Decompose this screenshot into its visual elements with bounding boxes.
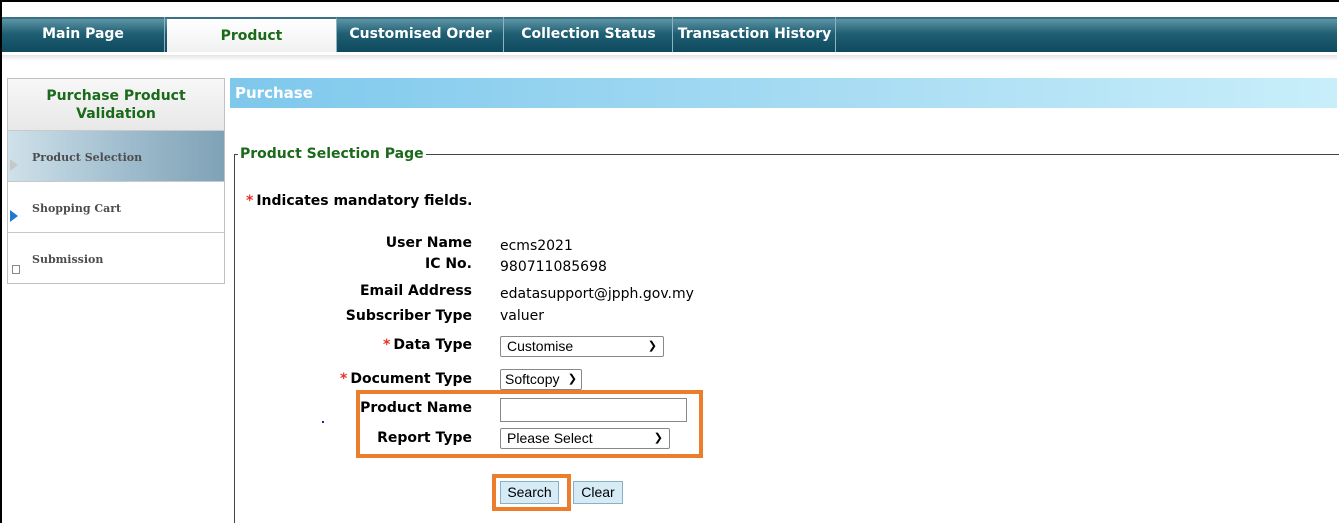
- subscriber-type-value: valuer: [500, 308, 544, 324]
- nav-shadow: [2, 55, 1337, 61]
- tab-main-page[interactable]: Main Page: [2, 17, 165, 52]
- required-star: *: [383, 337, 391, 353]
- search-button[interactable]: Search: [500, 481, 559, 504]
- triangle-outline-icon: [10, 159, 18, 171]
- chevron-down-icon: ❯: [647, 340, 657, 352]
- page-banner: Purchase: [230, 78, 1337, 108]
- sidebar-item-label: Submission: [32, 253, 104, 266]
- email-value: edatasupport@jpph.gov.my: [500, 286, 694, 302]
- data-type-label: * Data Type: [242, 337, 472, 353]
- document-type-selected: Softcopy: [505, 371, 560, 387]
- square-outline-icon: [12, 265, 20, 274]
- email-label: Email Address: [359, 283, 472, 299]
- user-name-label: User Name: [385, 235, 472, 251]
- document-type-label: * Document Type: [242, 371, 472, 387]
- data-type-selected: Customise: [507, 338, 574, 354]
- data-type-select[interactable]: Customise ❯: [500, 336, 664, 357]
- user-name-value: ecms2021: [500, 238, 573, 254]
- sidebar-item-submission[interactable]: Submission: [8, 233, 224, 284]
- triangle-solid-icon: [10, 210, 18, 222]
- required-star: *: [246, 193, 254, 209]
- data-type-label-text: Data Type: [393, 337, 472, 353]
- chevron-down-icon: ❯: [567, 373, 577, 385]
- document-type-select[interactable]: Softcopy ❯: [500, 369, 582, 390]
- subscriber-type-label: Subscriber Type: [345, 308, 472, 324]
- sidebar-title: Purchase Product Validation: [8, 79, 224, 131]
- tab-product[interactable]: Product: [167, 17, 337, 52]
- required-star: *: [340, 371, 348, 387]
- tab-collection-status[interactable]: Collection Status: [505, 17, 673, 52]
- document-type-label-text: Document Type: [350, 371, 472, 387]
- sidebar-title-text: Purchase Product Validation: [46, 88, 186, 122]
- mandatory-note: * Indicates mandatory fields.: [246, 193, 473, 209]
- ic-no-label: IC No.: [424, 256, 472, 272]
- sidebar-item-product-selection[interactable]: Product Selection: [8, 131, 224, 182]
- product-name-input[interactable]: [500, 398, 687, 422]
- ic-no-value: 980711085698: [500, 259, 607, 275]
- tab-transaction-history[interactable]: Transaction History: [674, 17, 836, 52]
- report-type-label: Report Type: [377, 430, 472, 446]
- report-type-select[interactable]: Please Select ❯: [500, 428, 670, 449]
- section-title: Product Selection Page: [238, 146, 426, 162]
- sidebar-item-label: Product Selection: [32, 151, 143, 164]
- report-type-selected: Please Select: [507, 430, 593, 446]
- tab-customised-order[interactable]: Customised Order: [338, 17, 504, 52]
- clear-button[interactable]: Clear: [573, 481, 623, 504]
- mandatory-note-text: Indicates mandatory fields.: [256, 193, 473, 209]
- sidebar: Purchase Product Validation Product Sele…: [7, 78, 225, 284]
- top-nav: Main Page Product Customised Order Colle…: [2, 2, 1337, 62]
- sidebar-item-shopping-cart[interactable]: Shopping Cart: [8, 182, 224, 233]
- product-name-label: Product Name: [360, 400, 472, 416]
- stray-dot: [322, 421, 324, 423]
- sidebar-item-label: Shopping Cart: [32, 202, 122, 215]
- chevron-down-icon: ❯: [653, 432, 663, 444]
